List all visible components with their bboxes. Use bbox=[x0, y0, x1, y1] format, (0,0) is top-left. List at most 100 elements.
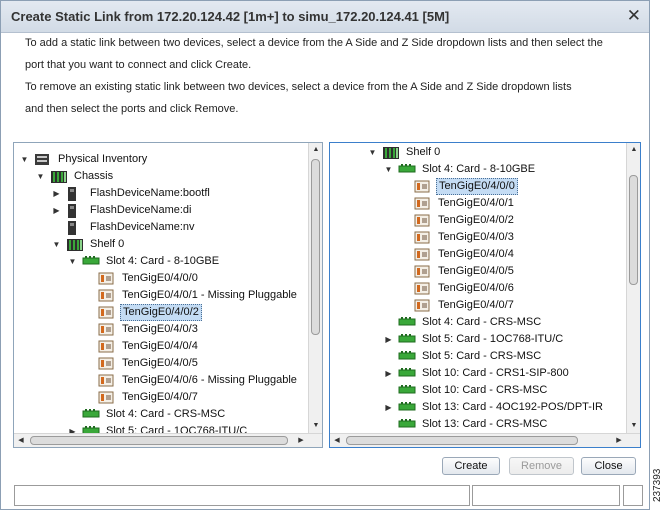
tree-node[interactable]: Slot 4: Card - CRS-MSC bbox=[330, 314, 626, 331]
tree-node[interactable]: ▶ Slot 5: Card - 1OC768-ITU/C bbox=[330, 331, 626, 348]
z-side-horizontal-scrollbar[interactable]: ◀ ▶ bbox=[330, 433, 640, 447]
tree-node[interactable]: TenGigE0/4/0/3 bbox=[14, 321, 308, 338]
tree-node[interactable]: ▶ Slot 13: Card - 4OC192-POS/DPT-IR bbox=[330, 399, 626, 416]
tree-node-label: FlashDeviceName:di bbox=[90, 204, 192, 216]
a-side-vertical-scrollbar[interactable]: ▲ ▼ bbox=[308, 143, 322, 433]
tree-node[interactable]: ▼ Shelf 0 bbox=[330, 144, 626, 161]
collapse-arrow-icon[interactable]: ▶ bbox=[384, 365, 393, 382]
tree-node-label: Shelf 0 bbox=[406, 146, 441, 158]
create-button[interactable]: Create bbox=[442, 457, 500, 475]
tree-node-label: Slot 4: Card - CRS-MSC bbox=[106, 408, 226, 420]
tree-node[interactable]: ▼ Slot 4: Card - 8-10GBE bbox=[330, 161, 626, 178]
instruction-line-4: and then select the ports and click Remo… bbox=[25, 103, 239, 115]
z-side-vertical-scrollbar[interactable]: ▲ ▼ bbox=[626, 143, 640, 433]
tree-node[interactable]: ▼ Chassis bbox=[14, 168, 308, 185]
tree-node-label: TenGigE0/4/0/3 bbox=[438, 231, 514, 243]
tree-node-label: Slot 10: Card - CRS-MSC bbox=[422, 384, 548, 396]
tree-node[interactable]: ▶ FlashDeviceName:bootfl bbox=[14, 185, 308, 202]
scroll-thumb[interactable] bbox=[311, 159, 320, 335]
tree-node-label: TenGigE0/4/0/0 bbox=[436, 178, 518, 195]
tree-node[interactable]: TenGigE0/4/0/3 bbox=[330, 229, 626, 246]
status-field-main bbox=[14, 485, 470, 506]
static-link-dialog: Create Static Link from 172.20.124.42 [1… bbox=[0, 0, 650, 510]
status-field-tertiary bbox=[623, 485, 643, 506]
collapse-arrow-icon[interactable]: ▶ bbox=[384, 331, 393, 348]
close-icon[interactable]: ✕ bbox=[627, 6, 641, 26]
expand-arrow-icon[interactable]: ▼ bbox=[20, 151, 29, 168]
instruction-line-3: To remove an existing static link betwee… bbox=[25, 81, 572, 93]
z-side-tree: ▼ Shelf 0 ▼ Slot 4: Card - 8-10GBE TenGigE0/… bbox=[330, 143, 626, 433]
tree-node[interactable]: ▼ Shelf 0 bbox=[14, 236, 308, 253]
a-side-tree-pane[interactable]: ▼ Physical Inventory ▼ Chassis ▶ FlashDeviceN… bbox=[13, 142, 323, 448]
tree-node-label: FlashDeviceName:nv bbox=[90, 221, 195, 233]
tree-node[interactable]: TenGigE0/4/0/4 bbox=[14, 338, 308, 355]
tree-node[interactable]: TenGigE0/4/0/5 bbox=[14, 355, 308, 372]
scroll-up-arrow-icon[interactable]: ▲ bbox=[627, 143, 640, 157]
expand-arrow-icon[interactable]: ▼ bbox=[68, 253, 77, 270]
tree-node[interactable]: Slot 5: Card - CRS-MSC bbox=[330, 348, 626, 365]
tree-node[interactable]: TenGigE0/4/0/1 bbox=[330, 195, 626, 212]
tree-node[interactable]: TenGigE0/4/0/4 bbox=[330, 246, 626, 263]
scroll-up-arrow-icon[interactable]: ▲ bbox=[309, 143, 322, 157]
scroll-left-arrow-icon[interactable]: ◀ bbox=[330, 434, 344, 447]
tree-node-label: Chassis bbox=[74, 170, 114, 182]
tree-node[interactable]: TenGigE0/4/0/7 bbox=[330, 297, 626, 314]
tree-node[interactable]: ▼ Slot 4: Card - 8-10GBE bbox=[14, 253, 308, 270]
tree-node[interactable]: ▶ FlashDeviceName:di bbox=[14, 202, 308, 219]
collapse-arrow-icon[interactable]: ▶ bbox=[384, 399, 393, 416]
expand-arrow-icon[interactable]: ▼ bbox=[52, 236, 61, 253]
scroll-thumb[interactable] bbox=[629, 175, 638, 285]
tree-node[interactable]: Slot 10: Card - CRS-MSC bbox=[330, 382, 626, 399]
expand-arrow-icon[interactable]: ▼ bbox=[36, 168, 45, 185]
instruction-line-1: To add a static link between two devices… bbox=[25, 37, 603, 49]
tree-node[interactable]: TenGigE0/4/0/6 bbox=[330, 280, 626, 297]
scroll-left-arrow-icon[interactable]: ◀ bbox=[14, 434, 28, 447]
scroll-thumb[interactable] bbox=[30, 436, 288, 445]
tree-node-label: TenGigE0/4/0/2 bbox=[438, 214, 514, 226]
tree-node[interactable]: TenGigE0/4/0/5 bbox=[330, 263, 626, 280]
tree-node-label: TenGigE0/4/0/4 bbox=[438, 248, 514, 260]
tree-node[interactable]: Slot 4: Card - CRS-MSC bbox=[14, 406, 308, 423]
tree-node-label: Physical Inventory bbox=[58, 153, 148, 165]
tree-node[interactable]: TenGigE0/4/0/7 bbox=[14, 389, 308, 406]
collapse-arrow-icon[interactable]: ▶ bbox=[52, 202, 61, 219]
instruction-line-2: port that you want to connect and click … bbox=[25, 59, 252, 71]
tree-node-label: Slot 4: Card - CRS-MSC bbox=[422, 316, 542, 328]
dialog-title: Create Static Link from 172.20.124.42 [1… bbox=[11, 9, 450, 24]
tree-node[interactable]: ▶ Slot 10: Card - CRS1-SIP-800 bbox=[330, 365, 626, 382]
tree-node[interactable]: FlashDeviceName:nv bbox=[14, 219, 308, 236]
tree-node-label: TenGigE0/4/0/4 bbox=[122, 340, 198, 352]
tree-node[interactable]: ▶ Slot 5: Card - 1OC768-ITU/C bbox=[14, 423, 308, 433]
scroll-down-arrow-icon[interactable]: ▼ bbox=[627, 419, 640, 433]
tree-node-label: Shelf 0 bbox=[90, 238, 125, 250]
a-side-horizontal-scrollbar[interactable]: ◀ ▶ bbox=[14, 433, 322, 447]
tree-node-label: TenGigE0/4/0/3 bbox=[122, 323, 198, 335]
remove-button[interactable]: Remove bbox=[509, 457, 574, 475]
tree-node-label: Slot 5: Card - 1OC768-ITU/C bbox=[422, 333, 564, 345]
collapse-arrow-icon[interactable]: ▶ bbox=[68, 423, 77, 433]
scroll-down-arrow-icon[interactable]: ▼ bbox=[309, 419, 322, 433]
tree-node[interactable]: TenGigE0/4/0/6 - Missing Pluggable bbox=[14, 372, 308, 389]
tree-node[interactable]: TenGigE0/4/0/0 bbox=[14, 270, 308, 287]
card-icon bbox=[82, 425, 100, 433]
tree-node[interactable]: TenGigE0/4/0/0 bbox=[330, 178, 626, 195]
scroll-right-arrow-icon[interactable]: ▶ bbox=[612, 434, 626, 447]
tree-node-label: Slot 5: Card - CRS-MSC bbox=[422, 350, 542, 362]
tree-node-label: TenGigE0/4/0/6 - Missing Pluggable bbox=[122, 374, 297, 386]
expand-arrow-icon[interactable]: ▼ bbox=[368, 144, 377, 161]
close-button[interactable]: Close bbox=[581, 457, 636, 475]
tree-node[interactable]: TenGigE0/4/0/2 bbox=[14, 304, 308, 321]
expand-arrow-icon[interactable]: ▼ bbox=[384, 161, 393, 178]
tree-node[interactable]: ▼ Physical Inventory bbox=[14, 151, 308, 168]
tree-node[interactable]: Slot 13: Card - CRS-MSC bbox=[330, 416, 626, 433]
scroll-right-arrow-icon[interactable]: ▶ bbox=[294, 434, 308, 447]
z-side-tree-pane[interactable]: ▼ Shelf 0 ▼ Slot 4: Card - 8-10GBE TenGigE0/… bbox=[329, 142, 641, 448]
tree-node[interactable]: TenGigE0/4/0/1 - Missing Pluggable bbox=[14, 287, 308, 304]
tree-node-label: Slot 13: Card - 4OC192-POS/DPT-IR bbox=[422, 401, 603, 413]
tree-node-label: TenGigE0/4/0/5 bbox=[122, 357, 198, 369]
collapse-arrow-icon[interactable]: ▶ bbox=[52, 185, 61, 202]
tree-node-label: Slot 5: Card - 1OC768-ITU/C bbox=[106, 425, 248, 433]
scroll-thumb[interactable] bbox=[346, 436, 578, 445]
title-bar: Create Static Link from 172.20.124.42 [1… bbox=[1, 1, 649, 33]
tree-node[interactable]: TenGigE0/4/0/2 bbox=[330, 212, 626, 229]
